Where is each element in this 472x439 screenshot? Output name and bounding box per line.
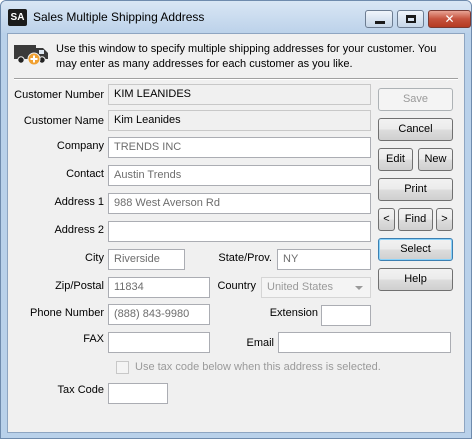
country-label: Country [217,280,256,292]
tax-code-input[interactable] [108,383,168,404]
use-tax-code-checkbox[interactable] [116,361,129,374]
phone-input[interactable]: (888) 843-9980 [108,304,210,325]
app-icon: SA [8,9,27,26]
dialog-body: Use this window to specify multiple ship… [7,33,465,433]
info-text: Use this window to specify multiple ship… [56,43,437,70]
extension-input[interactable] [321,305,371,326]
company-input[interactable]: TRENDS INC [108,137,371,158]
email-input[interactable] [278,332,451,353]
next-button[interactable]: > [436,208,453,231]
address2-input[interactable] [108,221,371,242]
previous-button[interactable]: < [378,208,395,231]
tax-code-label: Tax Code [57,384,104,396]
chevron-down-icon [355,286,363,290]
close-icon: ✕ [444,12,455,26]
extension-label: Extension [269,307,318,319]
edit-button[interactable]: Edit [378,148,413,171]
customer-name-field: Kim Leanides [108,110,371,131]
title-bar[interactable]: SA Sales Multiple Shipping Address ✕ [1,1,471,33]
select-button[interactable]: Select [378,238,453,261]
help-button[interactable]: Help [378,268,453,291]
close-button[interactable]: ✕ [428,10,471,28]
contact-input[interactable]: Austin Trends [108,165,371,186]
print-button[interactable]: Print [378,178,453,201]
fax-input[interactable] [108,332,210,353]
delivery-truck-icon [14,45,48,66]
customer-name-label: Customer Name [23,115,104,127]
header-separator [14,78,458,80]
contact-label: Contact [66,168,104,180]
state-input[interactable]: NY [277,249,371,270]
find-button[interactable]: Find [398,208,433,231]
maximize-icon [406,15,416,23]
zip-label: Zip/Postal [55,280,104,292]
state-label: State/Prov. [218,252,272,264]
minimize-icon [375,21,385,24]
customer-number-label: Customer Number [14,89,104,101]
zip-input[interactable]: 11834 [108,277,210,298]
address1-label: Address 1 [54,196,104,208]
new-button[interactable]: New [418,148,453,171]
fax-label: FAX [83,333,104,345]
country-select-value: United States [267,281,334,293]
country-select[interactable]: United States [261,277,371,298]
dialog-window: SA Sales Multiple Shipping Address ✕ Use… [0,0,472,439]
phone-label: Phone Number [30,307,104,319]
use-tax-code-label: Use tax code below when this address is … [135,361,381,373]
city-input[interactable]: Riverside [108,249,185,270]
minimize-button[interactable] [365,10,393,28]
address2-label: Address 2 [54,224,104,236]
city-label: City [85,252,104,264]
save-button[interactable]: Save [378,88,453,111]
address1-input[interactable]: 988 West Averson Rd [108,193,371,214]
email-label: Email [246,337,274,349]
customer-number-field: KIM LEANIDES [108,84,371,105]
cancel-button[interactable]: Cancel [378,118,453,141]
window-title: Sales Multiple Shipping Address [33,10,205,24]
maximize-button[interactable] [397,10,424,28]
company-label: Company [56,140,104,152]
